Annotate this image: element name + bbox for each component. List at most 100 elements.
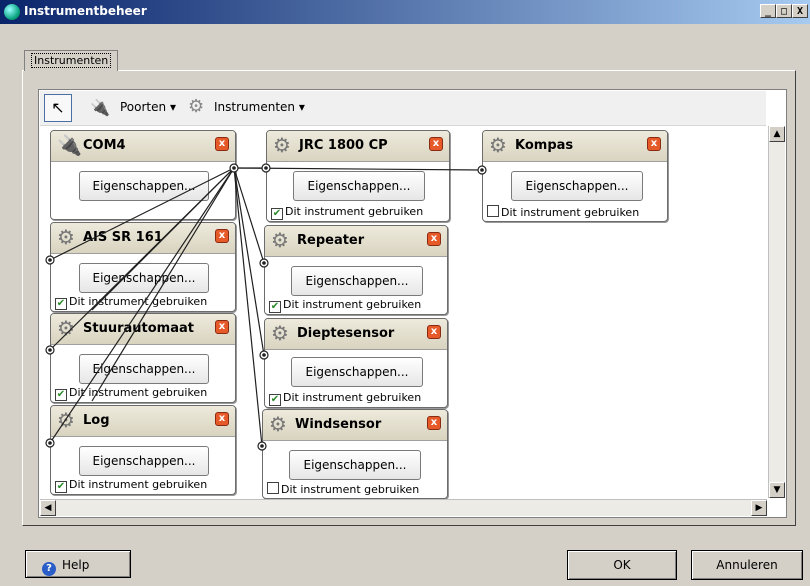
help-label: Help [62, 558, 90, 572]
close-icon[interactable]: x [215, 229, 229, 243]
node-title: COM4 [83, 138, 126, 153]
properties-button[interactable]: Eigenschappen... [79, 354, 209, 384]
checkbox-label: Dit instrument gebruiken [283, 391, 422, 404]
checkbox-checked-icon: ✔ [55, 298, 67, 310]
use-instrument-checkbox[interactable]: ✔ Dit instrument gebruiken [269, 391, 421, 406]
checkbox-label: Dit instrument gebruiken [69, 386, 208, 399]
gear-icon: ⚙ [271, 321, 289, 345]
node-header[interactable]: ⚙ Repeater x [265, 226, 447, 257]
node-title: Dieptesensor [297, 326, 395, 341]
properties-button[interactable]: Eigenschappen... [79, 171, 209, 201]
node-jrc-1800-cp[interactable]: ⚙ JRC 1800 CP x Eigenschappen... ✔ Dit in… [266, 130, 450, 222]
gear-icon: ⚙ [57, 316, 75, 340]
cancel-button[interactable]: Annuleren [691, 550, 803, 580]
use-instrument-checkbox[interactable]: ✔ Dit instrument gebruiken [55, 478, 207, 493]
gear-icon: ⚙ [489, 133, 507, 157]
gear-icon: ⚙ [273, 133, 291, 157]
node-header[interactable]: ⚙ Stuurautomaat x [51, 314, 235, 345]
poorten-menu[interactable]: Poorten ▾ [120, 100, 176, 114]
node-header[interactable]: ⚙ Dieptesensor x [265, 319, 447, 350]
node-title: AIS SR 161 [83, 230, 163, 245]
close-icon[interactable]: x [215, 137, 229, 151]
properties-button[interactable]: Eigenschappen... [291, 357, 423, 387]
poorten-label: Poorten [120, 100, 167, 114]
node-log[interactable]: ⚙ Log x Eigenschappen... ✔ Dit instrument… [50, 405, 236, 495]
node-title: Repeater [297, 233, 365, 248]
help-button[interactable]: ? Help [25, 550, 131, 578]
instrumenten-menu[interactable]: Instrumenten ▾ [214, 100, 305, 114]
close-icon[interactable]: x [215, 320, 229, 334]
properties-button[interactable]: Eigenschappen... [289, 450, 421, 480]
close-icon[interactable]: x [427, 325, 441, 339]
gear-icon: ⚙ [188, 96, 205, 117]
toolbar: ↖ 🔌 Poorten ▾ ⚙ Instrumenten ▾ [40, 91, 766, 126]
gear-icon: ⚙ [57, 225, 75, 249]
use-instrument-checkbox[interactable]: ✔ Dit instrument gebruiken [269, 298, 421, 313]
port-icon: 🔌 [57, 133, 82, 157]
node-windsensor[interactable]: ⚙ Windsensor x Eigenschappen... Dit inst… [262, 409, 448, 499]
checkbox-checked-icon: ✔ [269, 394, 281, 406]
gear-icon: ⚙ [57, 408, 75, 432]
node-repeater[interactable]: ⚙ Repeater x Eigenschappen... ✔ Dit instr… [264, 225, 448, 315]
node-header[interactable]: ⚙ JRC 1800 CP x [267, 131, 449, 162]
close-button[interactable]: X [792, 4, 808, 18]
scroll-right-icon[interactable]: ▶ [751, 500, 767, 516]
window-title: Instrumentbeheer [24, 4, 147, 18]
close-icon[interactable]: x [647, 137, 661, 151]
checkbox-label: Dit instrument gebruiken [281, 483, 420, 496]
app-globe-icon [4, 4, 20, 20]
select-pointer-tool[interactable]: ↖ [44, 94, 72, 122]
use-instrument-checkbox[interactable]: ✔ Dit instrument gebruiken [55, 386, 207, 401]
node-com4[interactable]: 🔌 COM4 x Eigenschappen... [50, 130, 236, 220]
use-instrument-checkbox[interactable]: ✔ Dit instrument gebruiken [271, 205, 423, 220]
ok-button[interactable]: OK [567, 550, 677, 580]
use-instrument-checkbox[interactable]: Dit instrument gebruiken [267, 482, 419, 496]
properties-button[interactable]: Eigenschappen... [79, 446, 209, 476]
node-dieptesensor[interactable]: ⚙ Dieptesensor x Eigenschappen... ✔ Dit i… [264, 318, 448, 408]
checkbox-checked-icon: ✔ [55, 481, 67, 493]
node-header[interactable]: ⚙ AIS SR 161 x [51, 223, 235, 254]
node-stuurautomaat[interactable]: ⚙ Stuurautomaat x Eigenschappen... ✔ Dit … [50, 313, 236, 403]
properties-button[interactable]: Eigenschappen... [293, 171, 425, 201]
use-instrument-checkbox[interactable]: ✔ Dit instrument gebruiken [55, 295, 207, 310]
node-header[interactable]: ⚙ Kompas x [483, 131, 667, 162]
node-ais-sr-161[interactable]: ⚙ AIS SR 161 x Eigenschappen... ✔ Dit ins… [50, 222, 236, 312]
horizontal-scrollbar[interactable]: ◀ ▶ [40, 499, 767, 516]
checkbox-unchecked-icon [267, 482, 279, 494]
checkbox-checked-icon: ✔ [55, 389, 67, 401]
tab-instrumenten[interactable]: Instrumenten [24, 50, 119, 71]
node-header[interactable]: ⚙ Log x [51, 406, 235, 437]
maximize-button[interactable]: □ [776, 4, 792, 18]
close-icon[interactable]: x [215, 412, 229, 426]
properties-button[interactable]: Eigenschappen... [79, 263, 209, 293]
node-title: Kompas [515, 138, 574, 153]
minimize-button[interactable]: _ [760, 4, 776, 18]
node-header[interactable]: ⚙ Windsensor x [263, 410, 447, 441]
checkbox-checked-icon: ✔ [271, 208, 283, 220]
checkbox-label: Dit instrument gebruiken [69, 478, 208, 491]
chevron-down-icon: ▾ [298, 100, 305, 114]
instrumenten-label: Instrumenten [214, 100, 296, 114]
checkbox-label: Dit instrument gebruiken [501, 206, 640, 219]
checkbox-unchecked-icon [487, 205, 499, 217]
scroll-down-icon[interactable]: ▼ [769, 482, 785, 498]
close-icon[interactable]: x [427, 416, 441, 430]
node-header[interactable]: 🔌 COM4 x [51, 131, 235, 162]
plug-icon: 🔌 [90, 98, 110, 117]
vertical-scrollbar[interactable]: ▲ ▼ [768, 126, 785, 498]
node-title: JRC 1800 CP [299, 138, 388, 153]
checkbox-label: Dit instrument gebruiken [69, 295, 208, 308]
title-bar: Instrumentbeheer _ □ X [0, 0, 810, 24]
properties-button[interactable]: Eigenschappen... [291, 266, 423, 296]
checkbox-label: Dit instrument gebruiken [285, 205, 424, 218]
properties-button[interactable]: Eigenschappen... [511, 171, 643, 201]
help-icon: ? [42, 562, 56, 576]
checkbox-label: Dit instrument gebruiken [283, 298, 422, 311]
close-icon[interactable]: x [427, 232, 441, 246]
close-icon[interactable]: x [429, 137, 443, 151]
use-instrument-checkbox[interactable]: Dit instrument gebruiken [487, 205, 639, 219]
scroll-up-icon[interactable]: ▲ [769, 126, 785, 142]
node-kompas[interactable]: ⚙ Kompas x Eigenschappen... Dit instrume… [482, 130, 668, 222]
node-title: Log [83, 413, 110, 428]
scroll-left-icon[interactable]: ◀ [40, 500, 56, 516]
